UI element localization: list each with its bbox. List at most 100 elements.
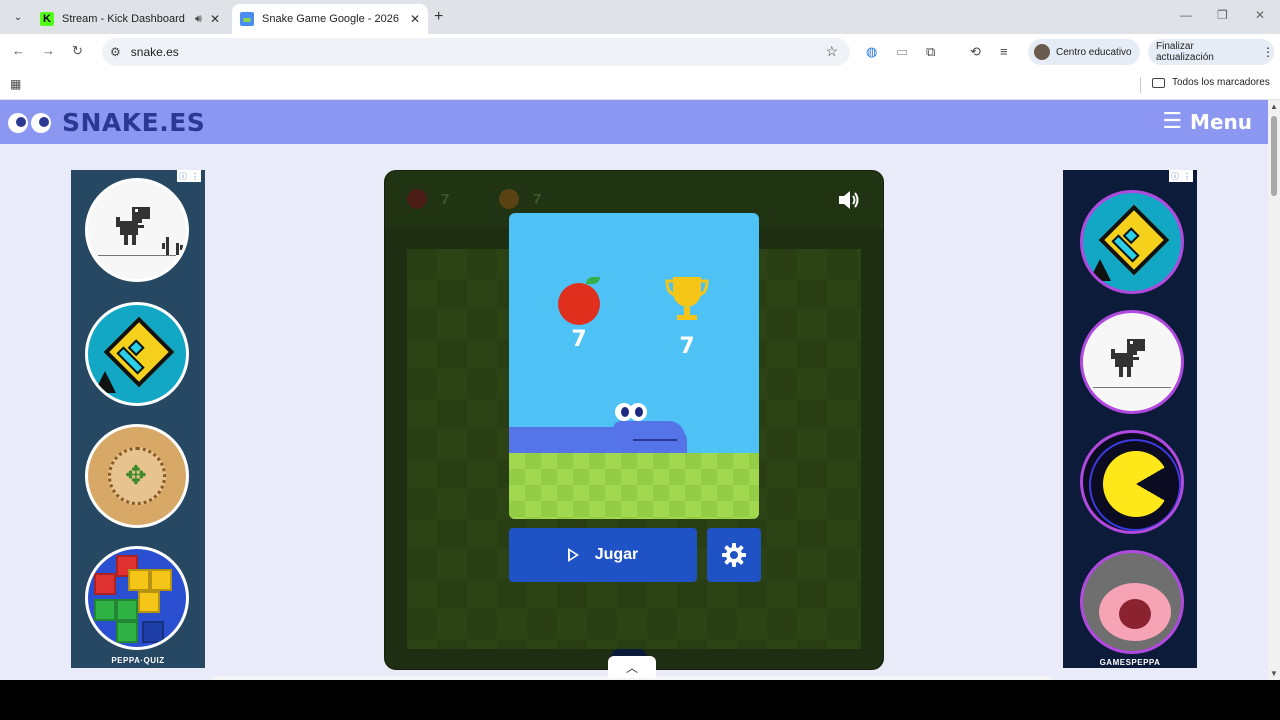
peppa-pig-game-link[interactable]: [1080, 550, 1184, 654]
site-header: SNAKE.ES ☰ Menu: [0, 100, 1268, 144]
best-count: 7: [533, 190, 542, 208]
site-logo[interactable]: SNAKE.ES: [8, 108, 205, 137]
all-bookmarks-label: Todos los marcadores: [1172, 77, 1270, 88]
ad-caption: GAMESPEPPA: [1099, 658, 1161, 667]
cactus-icon: [162, 237, 183, 255]
scroll-up-icon[interactable]: ▲: [1270, 102, 1278, 111]
best-score: 7: [679, 334, 695, 359]
all-bookmarks-button[interactable]: Todos los marcadores: [1152, 77, 1270, 88]
minimize-icon[interactable]: —: [1180, 8, 1192, 22]
game-over-panel: 7 7: [509, 213, 759, 519]
more-menu-icon[interactable]: ⋮: [1262, 45, 1274, 59]
apps-grid-icon[interactable]: ▦: [10, 77, 21, 91]
best-score-block: 7: [657, 275, 717, 359]
address-bar[interactable]: ⚙︎ snake.es ☆: [102, 38, 850, 66]
update-button[interactable]: Finalizar actualización ⋮: [1148, 39, 1274, 65]
block-tile: [116, 599, 138, 621]
left-ad-column: ⓘ ⋮ ✥ PEPPA·QUIZ: [71, 170, 205, 668]
block-tile: [94, 573, 116, 595]
dino-icon: [1111, 339, 1145, 377]
apple-count: 7: [441, 190, 450, 208]
ad-choices-badge[interactable]: ⓘ ⋮: [1169, 170, 1193, 182]
logo-eye-icon: [31, 112, 51, 133]
translate-extension-icon[interactable]: ▭: [896, 44, 908, 60]
notification-badge: 99: [180, 549, 186, 575]
close-tab-icon[interactable]: ✕: [410, 12, 420, 26]
back-icon[interactable]: ←: [12, 43, 25, 58]
page-scrollbar[interactable]: ▲ ▼: [1268, 100, 1280, 680]
snake-game[interactable]: 7 7 7 7 Jugar: [384, 170, 884, 670]
scrollbar-thumb[interactable]: [1271, 116, 1277, 196]
restore-icon[interactable]: ❐: [1217, 8, 1228, 22]
site-info-icon[interactable]: ⚙︎: [110, 45, 121, 59]
apple-score-block: 7: [549, 275, 609, 352]
trophy-icon: [665, 277, 709, 320]
right-ad-column: ⓘ ⋮ GAMESPEPPA: [1063, 170, 1197, 668]
settings-button[interactable]: [707, 528, 761, 582]
pacman-game-link[interactable]: [1080, 430, 1184, 534]
dino-game-link[interactable]: [85, 178, 189, 282]
collapse-toggle[interactable]: ︿: [608, 656, 656, 678]
menu-label: Menu: [1190, 109, 1252, 134]
performance-icon[interactable]: ⟲: [970, 44, 981, 60]
menu-button[interactable]: ☰ Menu: [1162, 109, 1252, 134]
update-label: Finalizar actualización: [1156, 41, 1214, 63]
pig-icon: [1099, 583, 1171, 641]
dino-icon: [116, 207, 150, 245]
window-close-icon[interactable]: ✕: [1255, 8, 1265, 22]
url-text: snake.es: [130, 45, 179, 59]
logo-eye-icon: [8, 112, 28, 133]
vpn-extension-icon[interactable]: ◍: [866, 44, 877, 60]
kick-favicon-icon: K: [40, 12, 54, 26]
info-icon: ⓘ: [179, 171, 187, 181]
speaker-icon[interactable]: 🔊︎: [195, 13, 202, 26]
play-label: Jugar: [594, 546, 639, 563]
dino-game-link[interactable]: [1080, 310, 1184, 414]
frog-icon: [108, 447, 166, 505]
forward-icon[interactable]: →: [42, 43, 55, 58]
ground-line: [1093, 387, 1171, 388]
scroll-down-icon[interactable]: ▼: [1270, 669, 1278, 678]
bookmarks-bar: ▦ Todos los marcadores: [0, 70, 1280, 100]
tab-kick-dashboard[interactable]: K Stream - Kick Dashboard 🔊︎ ✕: [32, 4, 228, 34]
kebab-icon: ⋮: [191, 171, 199, 181]
hamburger-icon: ☰: [1162, 109, 1183, 134]
tab-snake-game[interactable]: Snake Game Google - 2026 ✕: [232, 4, 428, 34]
new-tab-icon[interactable]: +: [434, 8, 443, 26]
play-icon: [567, 548, 579, 562]
divider: [1140, 77, 1141, 93]
geometry-dash-link[interactable]: [1080, 190, 1184, 294]
bookmark-star-icon[interactable]: ☆: [825, 43, 838, 60]
pacman-icon: [1103, 451, 1169, 517]
tab-search-chevron-icon[interactable]: ⌄: [8, 7, 28, 27]
browser-toolbar: ← → ↻ ⚙︎ snake.es ☆ ◍ ▭ ⧉ ⟲ ≡ Centro edu…: [0, 34, 1280, 70]
close-tab-icon[interactable]: ✕: [210, 12, 220, 26]
chevron-up-icon: ︿: [625, 660, 638, 675]
block-tile: [94, 599, 116, 621]
block-puzzle-link[interactable]: 99: [85, 546, 189, 650]
snake-head: [613, 421, 685, 453]
apple-score: 7: [571, 327, 587, 352]
sound-toggle-icon[interactable]: [837, 189, 861, 211]
block-tile: [142, 621, 164, 643]
ad-choices-badge[interactable]: ⓘ ⋮: [177, 170, 201, 182]
reload-icon[interactable]: ↻: [72, 43, 83, 59]
tab-title: Stream - Kick Dashboard: [62, 13, 185, 25]
play-button[interactable]: Jugar: [509, 528, 697, 582]
kebab-icon: ⋮: [1183, 171, 1191, 181]
hud-best-score: 7: [499, 189, 541, 209]
profile-button[interactable]: Centro educativo: [1028, 39, 1140, 65]
bottom-letterbox: [0, 680, 1280, 720]
grass-strip: [509, 453, 759, 519]
snake-eye-icon: [629, 403, 647, 421]
extensions-puzzle-icon[interactable]: ⧉: [926, 44, 935, 60]
block-tile: [116, 621, 138, 643]
frog-board-game-link[interactable]: [85, 424, 189, 528]
trophy-icon: [499, 189, 519, 209]
snake-favicon-icon: [240, 12, 254, 26]
media-controls-icon[interactable]: ≡: [1000, 44, 1008, 59]
tab-title: Snake Game Google - 2026: [262, 13, 399, 25]
geometry-dash-link[interactable]: [85, 302, 189, 406]
page-content: SNAKE.ES ☰ Menu ▲ ▼ ⓘ ⋮ ✥ PEPPA·QUIZ 7 7…: [0, 100, 1280, 680]
spike-icon: [94, 371, 116, 393]
